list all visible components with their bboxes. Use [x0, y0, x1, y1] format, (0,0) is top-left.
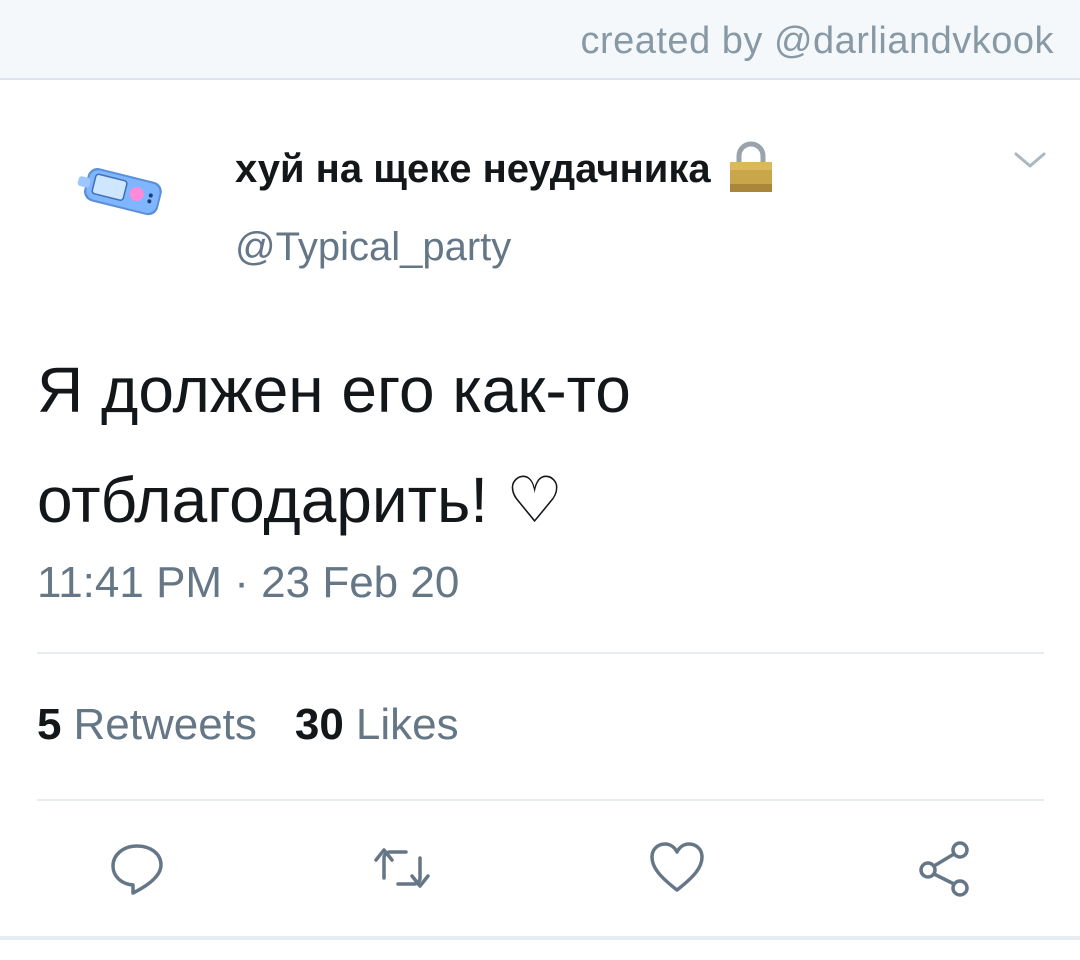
avatar[interactable]	[70, 160, 170, 230]
tweet-text-line-2: отблагодарить! ♡	[37, 464, 564, 536]
bottom-border	[0, 936, 1080, 940]
reply-button[interactable]	[105, 836, 169, 900]
share-icon	[919, 841, 969, 897]
tweet-text-line-1: Я должен его как-то	[37, 354, 631, 426]
retweet-icon	[374, 848, 430, 888]
lock-icon	[727, 140, 775, 194]
credit-text: created by @darliandvkook	[580, 20, 1054, 62]
retweets-label: Retweets	[73, 700, 257, 749]
reply-icon	[111, 844, 163, 895]
display-name-row[interactable]: хуй на щеке неудачника	[235, 141, 775, 194]
phone-avatar-image	[77, 168, 162, 216]
divider	[37, 652, 1044, 654]
retweet-button[interactable]	[370, 836, 434, 900]
likes-label: Likes	[355, 700, 459, 749]
chevron-down-icon[interactable]	[1010, 148, 1050, 172]
engagement-stats: 5 Retweets 30 Likes	[37, 700, 459, 750]
tweet-text: Я должен его как-то отблагодарить! ♡	[37, 335, 1037, 555]
divider	[37, 799, 1044, 801]
likes-stat[interactable]: 30 Likes	[295, 700, 459, 750]
share-button[interactable]	[912, 836, 976, 900]
user-handle[interactable]: @Typical_party	[235, 225, 511, 270]
tweet-timestamp[interactable]: 11:41 PM · 23 Feb 20	[37, 558, 459, 608]
likes-count: 30	[294, 700, 344, 749]
retweets-count: 5	[37, 700, 62, 749]
header-bar: created by @darliandvkook	[0, 0, 1080, 80]
heart-icon	[650, 842, 704, 892]
display-name[interactable]: хуй на щеке неудачника	[235, 147, 711, 192]
retweets-stat[interactable]: 5 Retweets	[37, 700, 257, 750]
like-button[interactable]	[645, 836, 709, 900]
